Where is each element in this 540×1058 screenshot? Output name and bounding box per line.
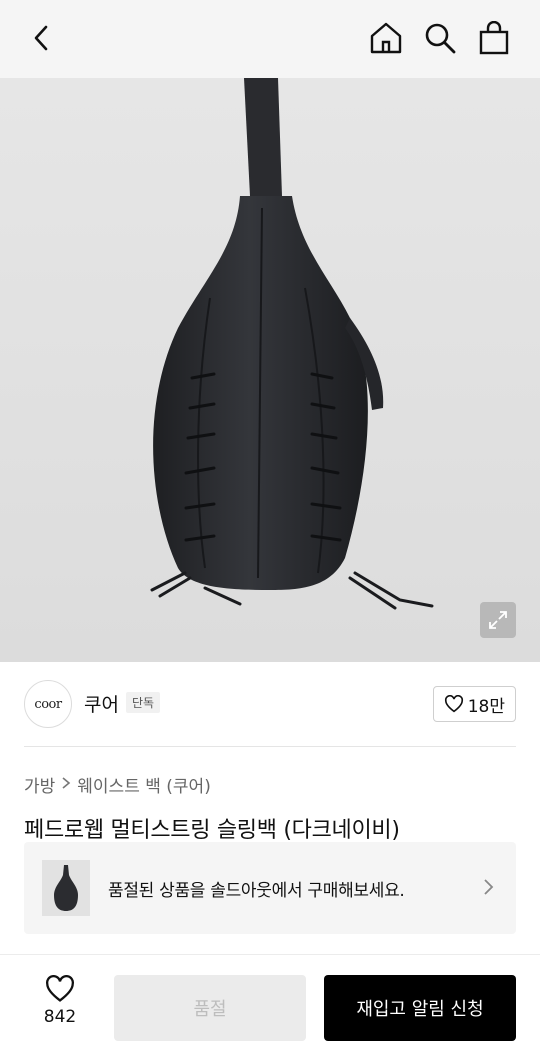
back-button[interactable]	[22, 18, 62, 58]
soldout-button: 품절	[114, 975, 306, 1041]
soldout-banner[interactable]: 품절된 상품을 솔드아웃에서 구매해보세요.	[24, 842, 516, 934]
wishlist-count: 842	[43, 1007, 77, 1027]
chevron-left-icon	[34, 25, 48, 51]
brand-like-count: 18만	[467, 696, 505, 717]
chevron-right-icon	[61, 776, 71, 794]
brand-row: coor 쿠어 단독 18만	[24, 678, 516, 730]
wishlist-button[interactable]: 842	[30, 975, 90, 1035]
restock-alert-button[interactable]: 재입고 알림 신청	[324, 975, 516, 1041]
search-icon	[425, 23, 456, 54]
bottom-action-bar: 842 품절 재입고 알림 신청	[0, 954, 540, 1058]
product-title: 페드로웹 멀티스트링 슬링백 (다크네이비)	[24, 818, 400, 843]
breadcrumb-subcategory[interactable]: 웨이스트 백 (쿠어)	[77, 772, 211, 797]
cart-button[interactable]	[474, 18, 514, 58]
home-icon	[370, 22, 402, 54]
chevron-right-icon	[482, 878, 494, 900]
expand-image-button[interactable]	[480, 602, 516, 638]
heart-icon	[46, 975, 74, 1002]
expand-icon	[489, 611, 507, 629]
product-photo	[150, 78, 434, 610]
soldout-thumbnail	[42, 860, 90, 916]
search-button[interactable]	[420, 18, 460, 58]
top-nav-bar	[0, 0, 540, 78]
heart-icon	[444, 695, 463, 713]
exclusive-badge: 단독	[126, 692, 161, 713]
bag-thumbnail-image	[54, 865, 78, 911]
brand-logo-text: coor	[34, 696, 62, 712]
home-button[interactable]	[366, 18, 406, 58]
divider	[24, 746, 516, 747]
breadcrumb: 가방 웨이스트 백 (쿠어)	[24, 772, 211, 797]
shopping-bag-icon	[479, 21, 509, 55]
product-image[interactable]	[0, 78, 540, 662]
brand-logo[interactable]: coor	[24, 680, 72, 728]
breadcrumb-category[interactable]: 가방	[24, 772, 55, 797]
brand-name[interactable]: 쿠어	[84, 690, 119, 717]
soldout-banner-text: 품절된 상품을 솔드아웃에서 구매해보세요.	[108, 880, 405, 901]
brand-like-button[interactable]: 18만	[432, 686, 516, 722]
